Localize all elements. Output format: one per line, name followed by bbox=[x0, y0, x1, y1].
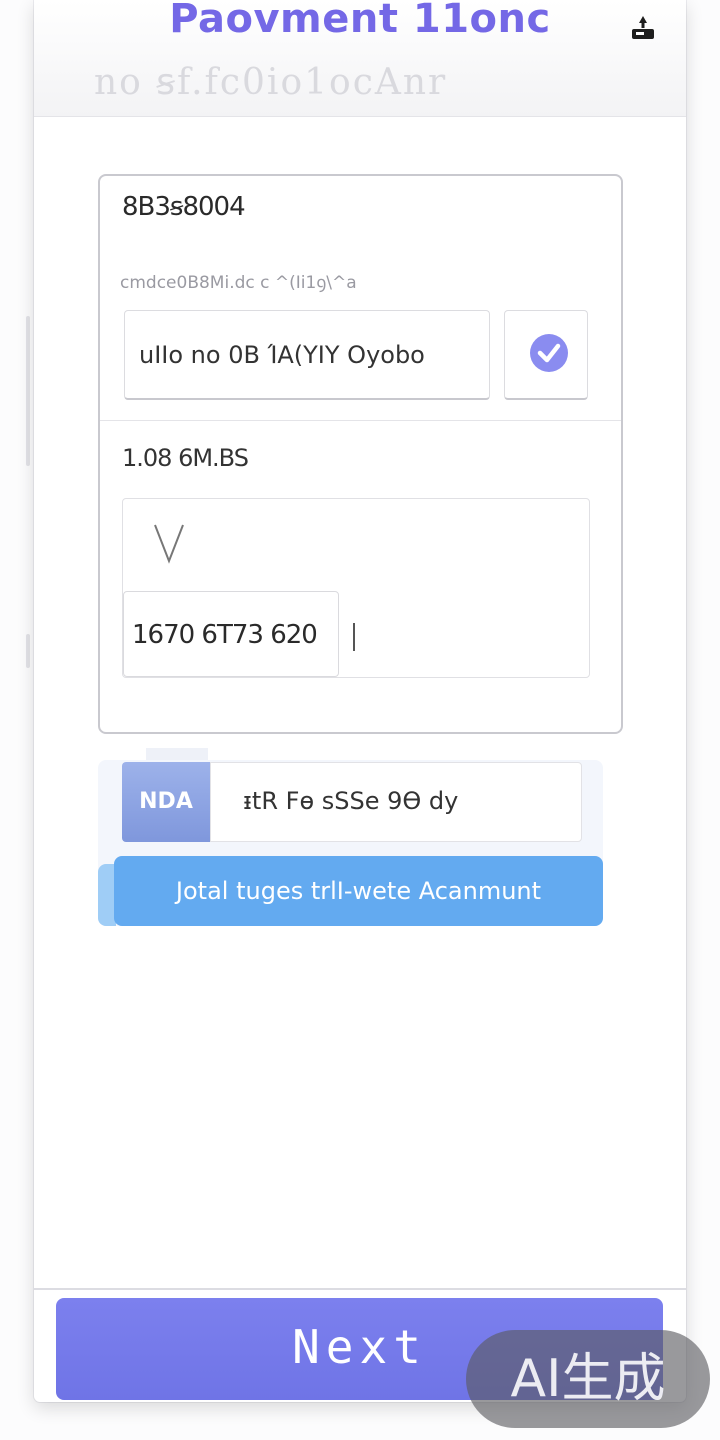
watermark-badge: AI生成 bbox=[466, 1330, 710, 1428]
side-scroll-indicator bbox=[26, 634, 30, 668]
name-input[interactable]: uIIo no 0B ΊA(YIY Oyobo bbox=[124, 310, 490, 400]
text-cursor bbox=[353, 623, 355, 651]
payment-code: 8B3ꞩ8004 bbox=[122, 192, 246, 222]
screen: Paovment 11onc no ꞩf.fc0io1ocAnr 8B3ꞩ800… bbox=[0, 0, 720, 1440]
card-number-input[interactable]: 1670 6T73 620 bbox=[123, 591, 339, 677]
check-circle-icon bbox=[530, 334, 568, 372]
amount-label: 1.08 6M.BS bbox=[122, 444, 249, 472]
side-scroll-indicator bbox=[26, 316, 30, 466]
upload-icon[interactable] bbox=[630, 14, 656, 40]
promo-tab bbox=[146, 748, 208, 760]
promo-section: NDA ᵻtR Fѳ sSSe 9Ѳ dy Jotal tuges trlI-w… bbox=[98, 748, 603, 926]
app-header: Paovment 11onc no ꞩf.fc0io1ocAnr bbox=[34, 0, 686, 117]
promo-badge: NDA bbox=[122, 762, 210, 842]
footer-divider bbox=[34, 1288, 686, 1290]
page-subtitle: no ꞩf.fc0io1ocAnr bbox=[94, 62, 448, 103]
payment-form-card: 8B3ꞩ8004 cmdce0B8Mi.dc c ^(Ii1ꝯ\^a uIIo … bbox=[98, 174, 623, 734]
promo-code-input[interactable]: ᵻtR Fѳ sSSe 9Ѳ dy bbox=[210, 762, 582, 842]
total-amount-button[interactable]: Jotal tuges trlI-wete Acanmunt bbox=[114, 856, 603, 926]
app-window: Paovment 11onc no ꞩf.fc0io1ocAnr 8B3ꞩ800… bbox=[34, 0, 686, 1402]
chevron-down-icon[interactable] bbox=[151, 521, 187, 565]
field-caption: cmdce0B8Mi.dc c ^(Ii1ꝯ\^a bbox=[120, 273, 357, 293]
card-details-box: 1670 6T73 620 bbox=[122, 498, 590, 678]
divider bbox=[100, 420, 621, 421]
page-title: Paovment 11onc bbox=[169, 0, 551, 42]
verify-button[interactable] bbox=[504, 310, 588, 400]
